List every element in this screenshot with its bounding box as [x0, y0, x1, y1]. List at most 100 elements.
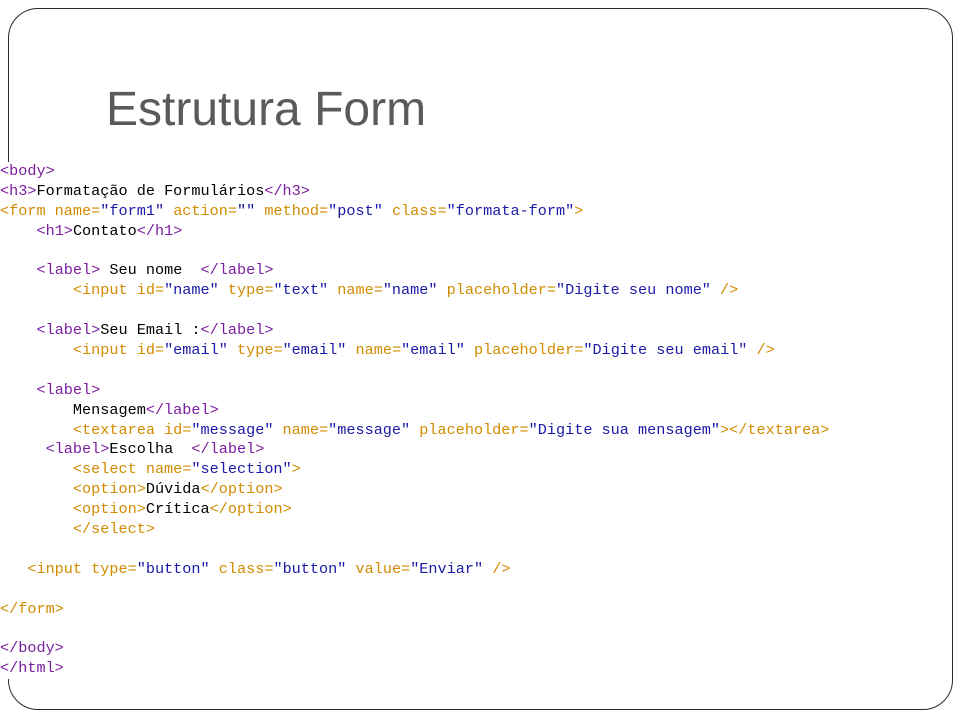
code-token: action=	[164, 201, 237, 220]
code-token: <h1>	[36, 221, 73, 240]
code-line: Mensagem</label>	[0, 401, 950, 421]
code-block: <body> <h3>Formatação de Formulários</h3>…	[0, 162, 950, 680]
code-token: <label>	[45, 440, 110, 459]
code-line: <input id="name" type="text" name="name"…	[0, 281, 950, 301]
code-line: </select>	[0, 520, 950, 540]
code-token: "button"	[273, 559, 347, 578]
code-token: </label>	[191, 440, 265, 459]
code-token: </select>	[72, 520, 155, 539]
code-line: <input type="button" class="button" valu…	[0, 560, 950, 580]
code-token: "email"	[282, 341, 347, 360]
code-token: <input id=	[72, 281, 165, 300]
code-token: Contato	[72, 221, 137, 240]
code-line: <label>	[0, 381, 950, 401]
code-token: name=	[346, 341, 402, 360]
code-token: "email"	[164, 341, 228, 360]
code-token: </body>	[0, 639, 64, 658]
code-token: "formata-form"	[446, 201, 575, 220]
code-token: "selection"	[191, 460, 292, 479]
code-token: value=	[346, 559, 411, 578]
code-line: <form name="form1" action="" method="pos…	[0, 202, 950, 222]
code-token: name=	[328, 281, 383, 300]
code-token: method=	[255, 201, 329, 220]
code-token: >	[574, 201, 584, 220]
code-token: >	[291, 460, 301, 479]
code-token: placeholder=	[437, 281, 556, 300]
code-token: Escolha	[109, 440, 192, 459]
code-line: </body>	[0, 639, 950, 659]
code-token: Mensagem	[0, 400, 146, 419]
code-token: Formatação de Formulários	[36, 181, 265, 200]
code-token: ""	[237, 201, 256, 220]
code-token: <body>	[0, 162, 55, 180]
code-line: <textarea id="message" name="message" pl…	[0, 421, 950, 441]
code-token: Seu nome	[100, 261, 201, 280]
code-line: <input id="email" type="email" name="ema…	[0, 341, 950, 361]
code-token: Dúvida	[145, 480, 201, 499]
code-token: "message"	[191, 420, 274, 439]
code-token: </html>	[0, 659, 64, 678]
code-line: <option>Crítica</option>	[0, 500, 950, 520]
code-token: placeholder=	[410, 420, 529, 439]
code-token: class=	[209, 559, 274, 578]
code-token: type=	[218, 281, 274, 300]
code-line: <h3>Formatação de Formulários</h3>	[0, 182, 950, 202]
code-token: <label>	[36, 380, 101, 399]
code-token: "button"	[136, 559, 210, 578]
code-token: <label>	[36, 321, 101, 340]
slide-title: Estrutura Form	[106, 83, 427, 136]
code-token: Crítica	[145, 500, 210, 519]
code-token: </label>	[200, 321, 274, 340]
code-token: />	[747, 341, 775, 360]
code-token: "text"	[273, 281, 329, 300]
code-token: </h3>	[264, 181, 310, 200]
code-line: <h1>Contato</h1>	[0, 222, 950, 242]
code-token: "name"	[164, 281, 219, 300]
code-line: <label>Escolha </label>	[0, 440, 950, 460]
code-line: </html>	[0, 659, 950, 679]
code-token: </form>	[0, 599, 64, 618]
code-token: class=	[382, 201, 447, 220]
code-token: "email"	[401, 341, 465, 360]
code-token: <input type=	[27, 559, 137, 578]
code-line: <label>Seu Email :</label>	[0, 321, 950, 341]
code-line: <option>Dúvida</option>	[0, 480, 950, 500]
code-token: />	[483, 559, 511, 578]
code-line: <body>	[0, 162, 950, 182]
code-token: />	[710, 281, 739, 300]
code-token: <h3>	[0, 181, 37, 200]
code-token: <input id=	[72, 341, 165, 360]
code-token: <option>	[72, 500, 146, 519]
code-token: </h1>	[136, 221, 183, 240]
code-token: "message"	[328, 420, 411, 439]
code-token: "Enviar"	[410, 559, 484, 578]
code-token: "form1"	[100, 201, 165, 220]
code-token: </option>	[200, 480, 283, 499]
code-token: "name"	[382, 281, 438, 300]
code-token: </label>	[145, 400, 219, 419]
code-token: type=	[227, 341, 283, 360]
code-token: "Digite sua mensagem"	[528, 420, 721, 439]
code-line: </form>	[0, 600, 950, 620]
code-token: Seu Email :	[100, 321, 201, 340]
code-token: <select name=	[72, 460, 192, 479]
